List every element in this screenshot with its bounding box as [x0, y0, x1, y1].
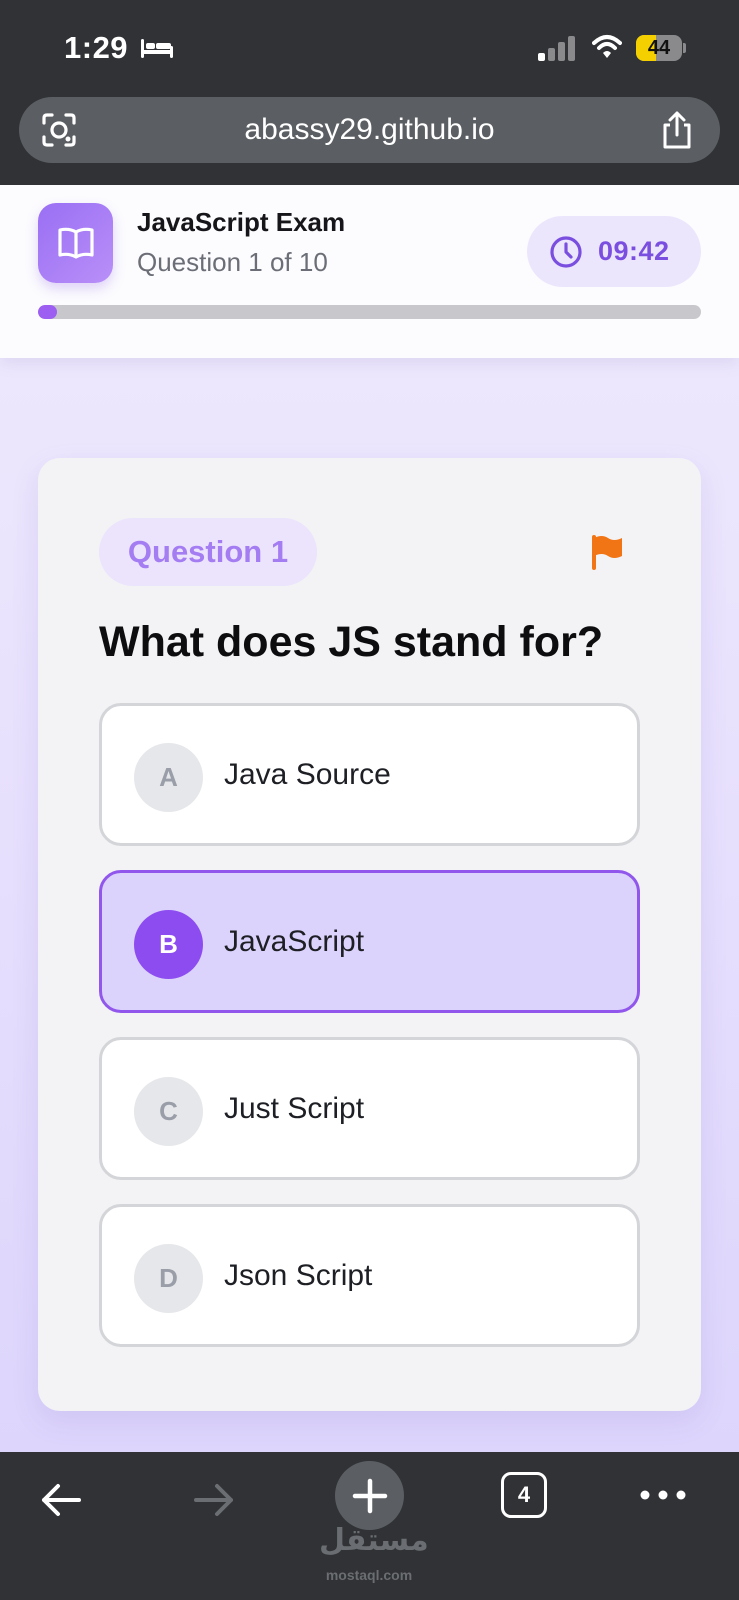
forward-icon[interactable] — [191, 1477, 237, 1523]
option-label: Json Script — [224, 1259, 373, 1292]
exam-header: JavaScript Exam Question 1 of 10 09:42 — [0, 185, 739, 358]
answer-options: A Java Source B JavaScript C Just Script… — [99, 703, 640, 1371]
option-letter: B — [134, 910, 203, 979]
timer-badge: 09:42 — [527, 216, 701, 287]
option-label: Java Source — [224, 758, 391, 791]
question-counter: Question 1 of 10 — [137, 247, 328, 277]
url-text[interactable]: abassy29.github.io — [99, 97, 640, 163]
book-icon — [38, 203, 113, 283]
exam-title: JavaScript Exam — [137, 207, 346, 237]
battery-level: 44 — [647, 37, 671, 59]
option-letter: C — [134, 1077, 203, 1146]
progress-fill — [38, 305, 57, 319]
clock-icon — [550, 236, 582, 268]
question-card: Question 1 What does JS stand for? A Jav… — [38, 458, 701, 1411]
progress-bar — [38, 305, 701, 319]
browser-toolbar: 4 مستقل mostaql.com — [0, 1452, 739, 1600]
status-bar: 1:29 44 — [0, 0, 739, 92]
bed-icon — [141, 39, 173, 58]
option-letter: D — [134, 1244, 203, 1313]
more-icon[interactable] — [640, 1485, 686, 1505]
back-icon[interactable] — [38, 1477, 84, 1523]
option-label: JavaScript — [224, 925, 365, 958]
battery-icon: 44 — [636, 35, 686, 61]
flag-icon[interactable] — [590, 534, 624, 570]
question-text: What does JS stand for? — [99, 618, 604, 666]
option-b[interactable]: B JavaScript — [99, 870, 640, 1013]
new-tab-button[interactable] — [335, 1461, 404, 1530]
watermark-logo: مستقل — [319, 1523, 429, 1558]
status-time: 1:29 — [64, 30, 129, 65]
timer-text: 09:42 — [598, 236, 670, 266]
option-letter: A — [134, 743, 203, 812]
url-bar[interactable]: abassy29.github.io — [19, 97, 720, 163]
option-label: Just Script — [224, 1092, 365, 1125]
web-content: JavaScript Exam Question 1 of 10 09:42 Q… — [0, 185, 739, 1452]
option-c[interactable]: C Just Script — [99, 1037, 640, 1180]
lens-icon[interactable] — [41, 112, 77, 148]
signal-icon — [538, 36, 575, 61]
tabs-icon[interactable]: 4 — [501, 1472, 547, 1518]
plus-icon — [352, 1478, 387, 1513]
option-d[interactable]: D Json Script — [99, 1204, 640, 1347]
share-icon[interactable] — [660, 110, 694, 150]
watermark-text: mostaql.com — [325, 1567, 413, 1583]
wifi-icon — [592, 35, 622, 58]
option-a[interactable]: A Java Source — [99, 703, 640, 846]
question-badge: Question 1 — [99, 518, 317, 586]
